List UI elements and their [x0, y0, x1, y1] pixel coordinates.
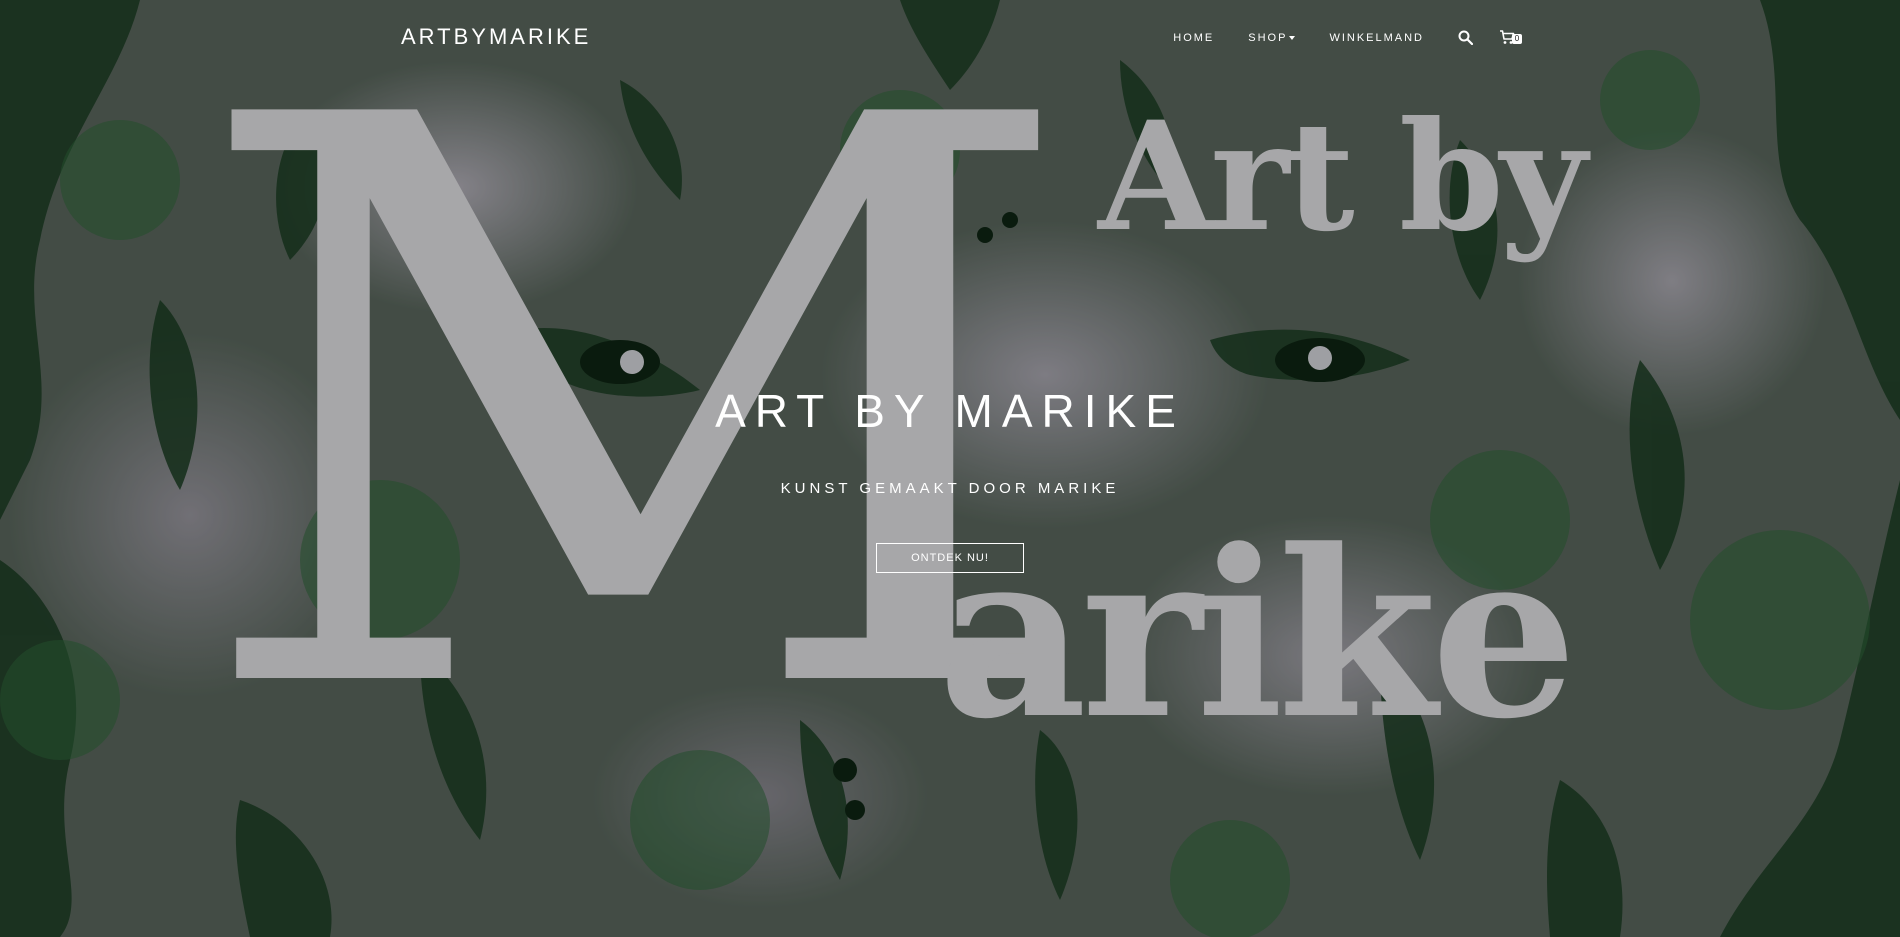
nav-shop[interactable]: SHOP [1248, 31, 1296, 44]
artbymarike-logo-artwork: M Art by arike [0, 0, 1900, 937]
chevron-down-icon [1289, 35, 1296, 40]
cart-icon[interactable]: 0 [1499, 30, 1522, 45]
hero-title: ART BY MARIKE [715, 385, 1185, 437]
brand-logo-link[interactable]: ARTBYMARIKE [401, 24, 591, 50]
nav-home[interactable]: HOME [1173, 32, 1214, 44]
hero-subtitle: KUNST GEMAAKT DOOR MARIKE [780, 480, 1120, 497]
hero-section: M Art by arike ARTBYMARIKE HOME SHOP WIN… [0, 0, 1900, 937]
cart-count-badge: 0 [1512, 34, 1522, 44]
discover-now-button[interactable]: ONTDEK NU! [876, 543, 1024, 573]
main-navigation: HOME SHOP WINKELMAND 0 [1139, 30, 1522, 45]
logo-arike-text: arike [938, 500, 1577, 770]
nav-winkelmand[interactable]: WINKELMAND [1329, 32, 1424, 44]
search-icon[interactable] [1458, 30, 1473, 45]
nav-shop-label: SHOP [1248, 31, 1288, 44]
logo-art-by-text: Art by [1098, 89, 1587, 265]
